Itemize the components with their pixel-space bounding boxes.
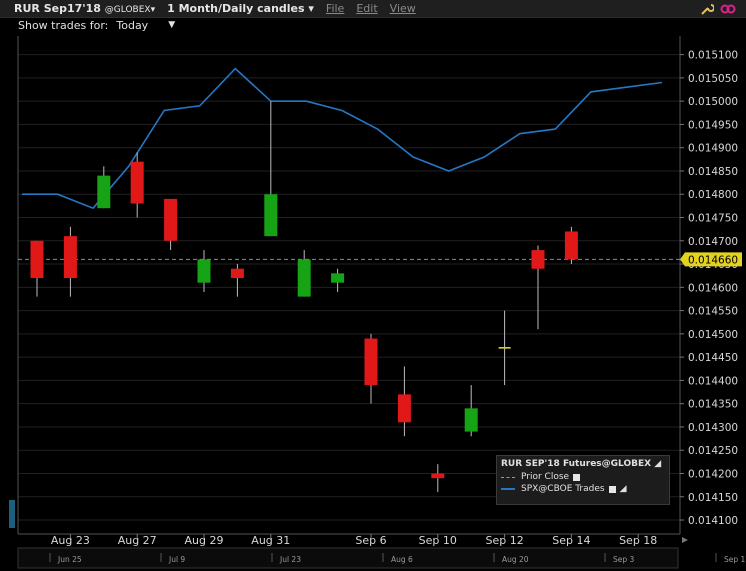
overview-label: Aug 20 [502, 555, 529, 564]
window-titlebar: RUR Sep17'18 @GLOBEX▾ 1 Month/Daily cand… [0, 0, 746, 18]
y-tick-label: 0.014400 [688, 375, 738, 387]
y-tick-label: 0.014800 [688, 189, 738, 201]
y-tick-label: 0.014750 [688, 213, 738, 225]
x-tick-label: Aug 23 [51, 534, 90, 547]
x-tick-label: Sep 10 [419, 534, 457, 547]
overview-label: Jun 25 [57, 555, 82, 564]
volume-icon [9, 500, 15, 528]
candle-body [564, 231, 578, 260]
legend-row-spx[interactable]: SPX@CBOE Trades ◢ [497, 483, 669, 495]
menu-file[interactable]: File [320, 2, 350, 15]
y-tick-label: 0.014850 [688, 166, 738, 178]
candle-body [197, 259, 211, 283]
overview-strip [17, 547, 679, 569]
overview-label: Sep 17 [724, 555, 746, 564]
candle-body [531, 250, 545, 269]
y-tick-label: 0.014500 [688, 329, 738, 341]
y-tick-label: 0.015100 [688, 50, 738, 62]
candle-body [364, 338, 378, 386]
legend-settings-icon[interactable]: ◢ [654, 459, 661, 469]
y-tick-label: 0.014300 [688, 422, 738, 434]
chevron-down-icon[interactable]: ▼ [168, 20, 175, 30]
grid-lines [18, 54, 680, 521]
y-tick-label: 0.014700 [688, 236, 738, 248]
y-tick-label: 0.015000 [688, 96, 738, 108]
candle-body [130, 161, 144, 204]
candle-body [297, 259, 311, 297]
spx-settings-icon[interactable]: ◢ [620, 484, 627, 494]
candle-body [30, 240, 44, 279]
current-price-label: 0.014660 [688, 254, 738, 266]
x-tick-label: Aug 29 [185, 534, 224, 547]
candle-body [264, 194, 278, 237]
prior-close-checkbox[interactable] [573, 473, 581, 481]
y-tick-label: 0.014550 [688, 306, 738, 318]
y-tick-label: 0.014250 [688, 445, 738, 457]
candle-body [164, 198, 178, 241]
menu-edit[interactable]: Edit [350, 2, 383, 15]
timeframe-dropdown[interactable]: 1 Month/Daily candles ▾ [161, 2, 320, 15]
candle-body [97, 175, 111, 209]
y-tick-label: 0.015050 [688, 73, 738, 85]
y-tick-label: 0.014450 [688, 352, 738, 364]
candle-body [431, 473, 445, 479]
candle-body [63, 236, 77, 279]
y-tick-label: 0.014150 [688, 492, 738, 504]
y-tick-label: 0.014900 [688, 143, 738, 155]
legend-row-prior-close[interactable]: Prior Close [497, 471, 669, 483]
chart-legend: RUR SEP'18 Futures@GLOBEX ◢ Prior Close … [496, 455, 670, 505]
wrench-icon[interactable] [700, 3, 714, 15]
trade-filter-bar: Show trades for: Today ▼ [0, 17, 746, 33]
candle-body [397, 394, 411, 423]
show-trades-label: Show trades for: [18, 18, 109, 32]
x-tick-label: Aug 27 [118, 534, 157, 547]
x-tick-label: Sep 12 [485, 534, 523, 547]
x-tick-label: Sep 18 [619, 534, 657, 547]
y-tick-label: 0.014100 [688, 515, 738, 527]
overview-label: Jul 23 [279, 555, 301, 564]
overview-label: Sep 3 [613, 555, 635, 564]
overview-label: Aug 6 [391, 555, 413, 564]
overview-label: Jul 9 [168, 555, 185, 564]
show-trades-select[interactable]: Today [116, 19, 148, 32]
x-tick-label: Sep 14 [552, 534, 590, 547]
menu-view[interactable]: View [384, 2, 422, 15]
x-tick-label: Sep 6 [355, 534, 386, 547]
candle-body [464, 408, 478, 432]
y-axis: 0.015100 0.015050 0.015000 0.014950 0.014900… [680, 50, 738, 527]
candle-body [331, 273, 345, 283]
y-tick-label: 0.014200 [688, 468, 738, 480]
link-icon[interactable] [720, 3, 736, 15]
y-tick-label: 0.014950 [688, 119, 738, 131]
x-tick-label: Aug 31 [251, 534, 290, 547]
y-tick-label: 0.014600 [688, 282, 738, 294]
spx-checkbox[interactable] [608, 485, 616, 493]
y-tick-label: 0.014350 [688, 399, 738, 411]
symbol-label[interactable]: RUR Sep17'18 @GLOBEX▾ [0, 2, 161, 15]
legend-title: RUR SEP'18 Futures@GLOBEX ◢ [501, 459, 662, 469]
candle-body [230, 268, 244, 279]
